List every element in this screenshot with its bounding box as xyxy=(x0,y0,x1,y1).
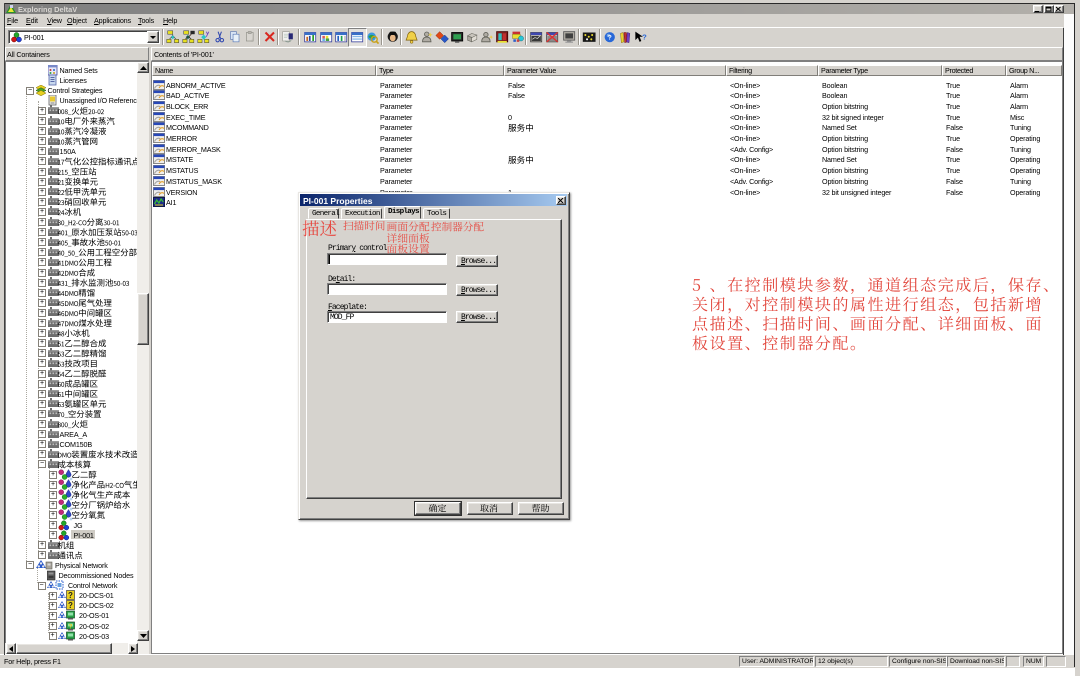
svg-text:?: ? xyxy=(69,623,73,630)
svg-text:?: ? xyxy=(68,591,73,600)
svg-text:?: ? xyxy=(68,601,73,610)
svg-text:?: ? xyxy=(608,35,612,42)
svg-text:?: ? xyxy=(642,32,647,41)
